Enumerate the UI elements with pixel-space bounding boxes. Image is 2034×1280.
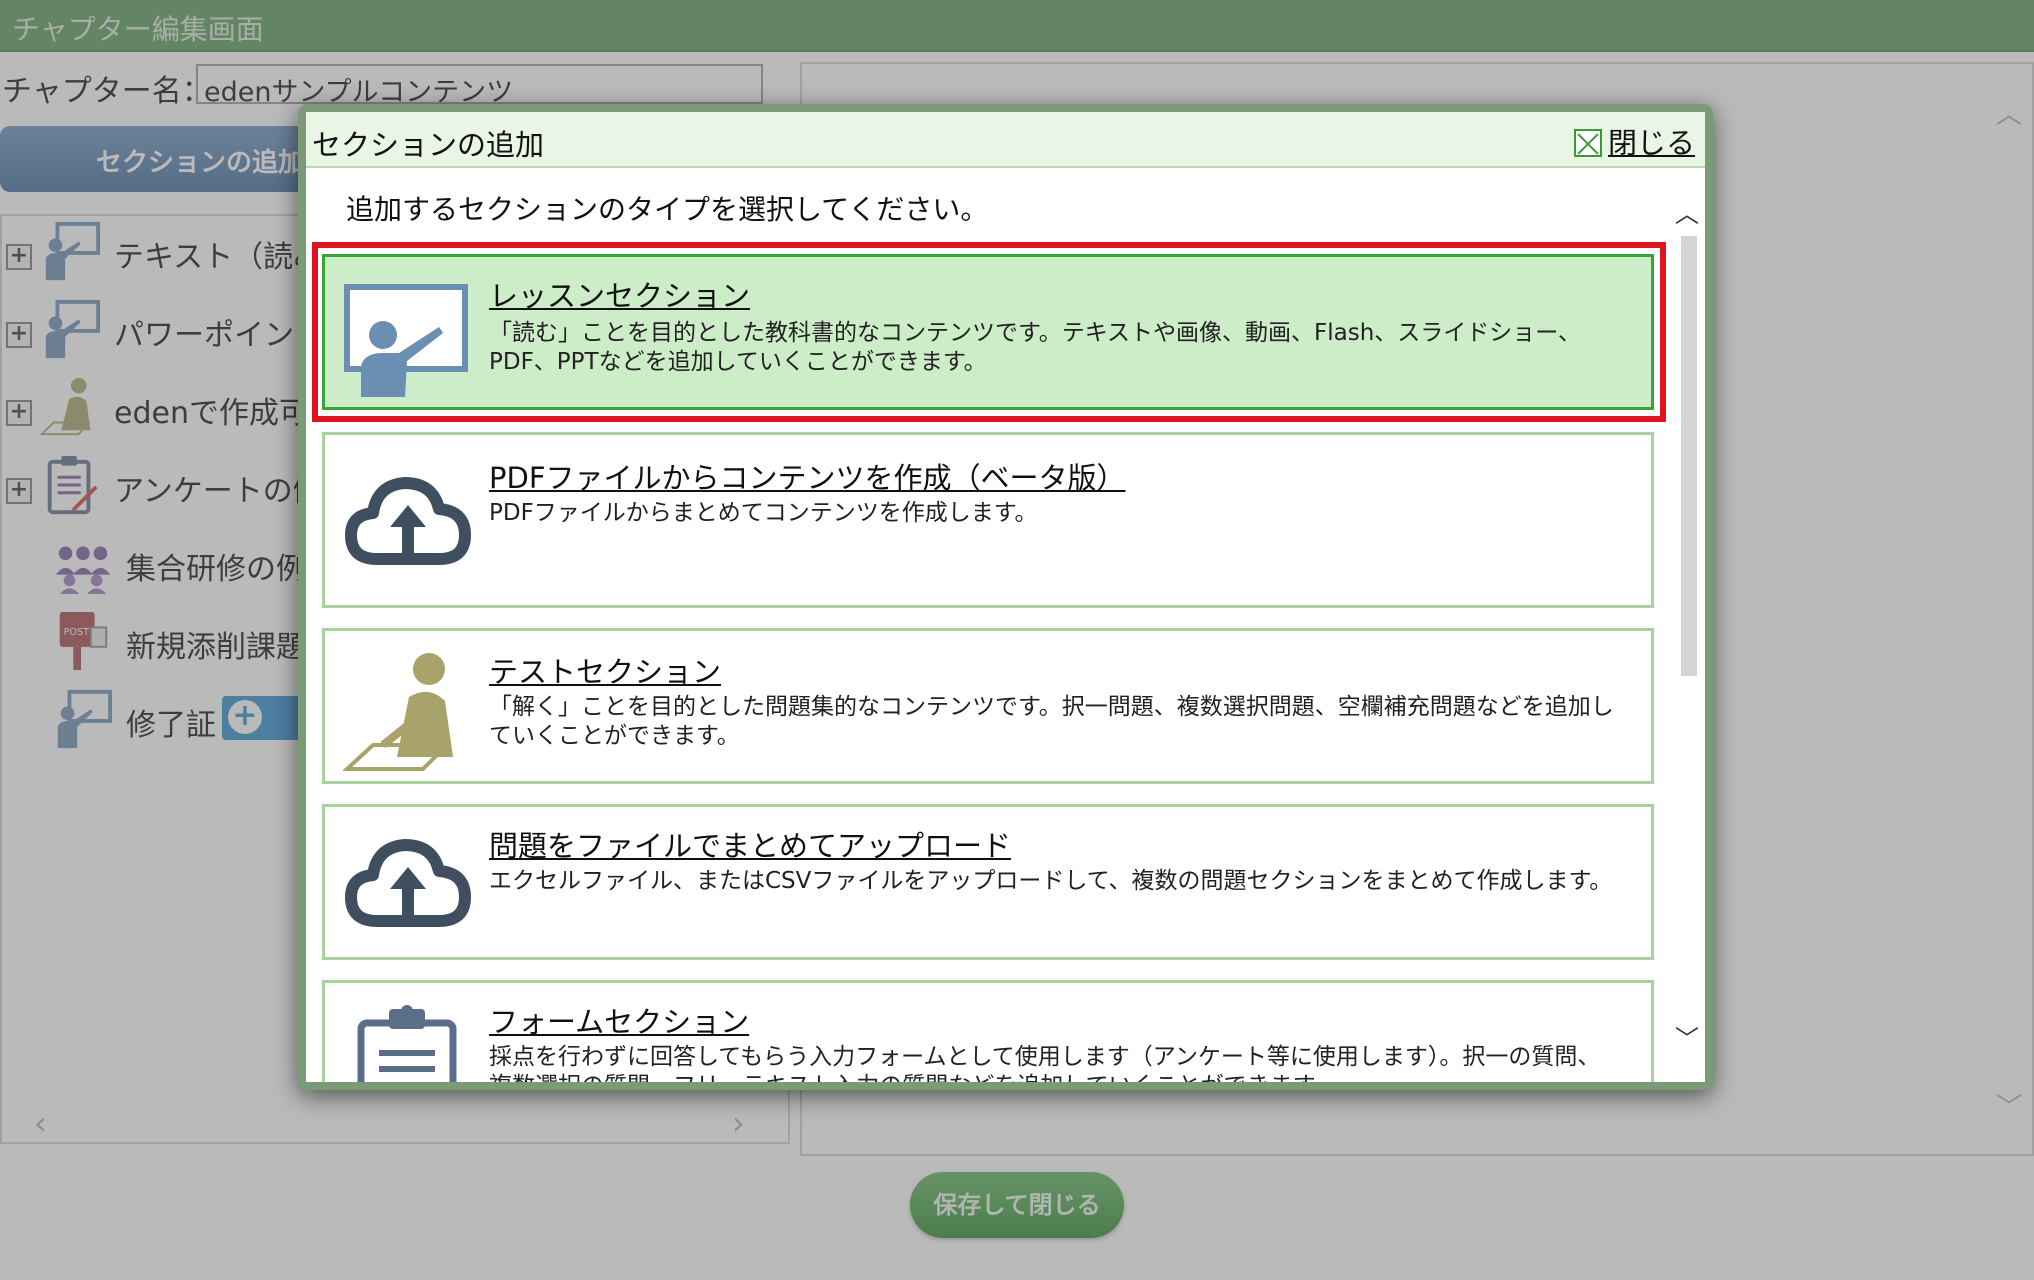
option-test-section[interactable]: テストセクション 「解く」ことを目的とした問題集的なコンテンツです。択一問題、複…	[322, 628, 1654, 784]
dialog-scrollbar[interactable]: ︿ ﹀	[1671, 182, 1705, 1082]
option-title[interactable]: 問題をファイルでまとめてアップロード	[489, 823, 1011, 865]
writing-person-icon	[343, 653, 453, 771]
lecturer-board-icon	[344, 284, 468, 397]
scroll-down-icon[interactable]: ﹀	[1675, 1019, 1699, 1054]
dialog-title: セクションの追加	[312, 128, 545, 162]
option-bulk-upload[interactable]: 問題をファイルでまとめてアップロード エクセルファイル、またはCSVファイルをア…	[322, 804, 1654, 960]
option-description: 「読む」ことを目的とした教科書的なコンテンツです。テキストや画像、動画、Flas…	[489, 320, 1582, 375]
cloud-upload-icon	[345, 839, 471, 927]
scroll-up-icon[interactable]: ︿	[1675, 194, 1699, 229]
scrollbar-thumb[interactable]	[1681, 236, 1697, 676]
option-description: エクセルファイル、またはCSVファイルをアップロードして、複数の問題セクションを…	[489, 868, 1613, 894]
dialog-instruction: 追加するセクションのタイプを選択してください。	[346, 193, 989, 226]
section-type-list: レッスンセクション 「読む」ことを目的とした教科書的なコンテンツです。テキストや…	[306, 242, 1666, 1082]
option-description: 採点を行わずに回答してもらう入力フォームとして使用します（アンケート等に使用しま…	[489, 1044, 1601, 1082]
option-title[interactable]: レッスンセクション	[489, 273, 750, 315]
dialog-body: セクションの追加 閉じる 追加するセクションのタイプを選択してください。 レッス…	[306, 112, 1705, 1082]
close-label: 閉じる	[1607, 126, 1695, 160]
clipboard-icon	[357, 1005, 457, 1082]
option-description: PDFファイルからまとめてコンテンツを作成します。	[489, 500, 1038, 526]
cloud-upload-icon	[345, 477, 471, 565]
option-pdf-content[interactable]: PDFファイルからコンテンツを作成（ベータ版） PDFファイルからまとめてコンテ…	[322, 432, 1654, 608]
close-button[interactable]: 閉じる	[1573, 120, 1695, 162]
add-section-dialog: セクションの追加 閉じる 追加するセクションのタイプを選択してください。 レッス…	[298, 104, 1713, 1090]
option-form-section[interactable]: フォームセクション 採点を行わずに回答してもらう入力フォームとして使用します（ア…	[322, 980, 1654, 1082]
option-description: 「解く」ことを目的とした問題集的なコンテンツです。択一問題、複数選択問題、空欄補…	[489, 694, 1614, 749]
close-icon	[1573, 129, 1602, 157]
option-title[interactable]: フォームセクション	[489, 999, 749, 1041]
option-lesson-section[interactable]: レッスンセクション 「読む」ことを目的とした教科書的なコンテンツです。テキストや…	[322, 254, 1654, 410]
option-title[interactable]: テストセクション	[489, 649, 721, 691]
dialog-header: セクションの追加 閉じる	[306, 112, 1705, 168]
option-title[interactable]: PDFファイルからコンテンツを作成（ベータ版）	[489, 455, 1126, 497]
